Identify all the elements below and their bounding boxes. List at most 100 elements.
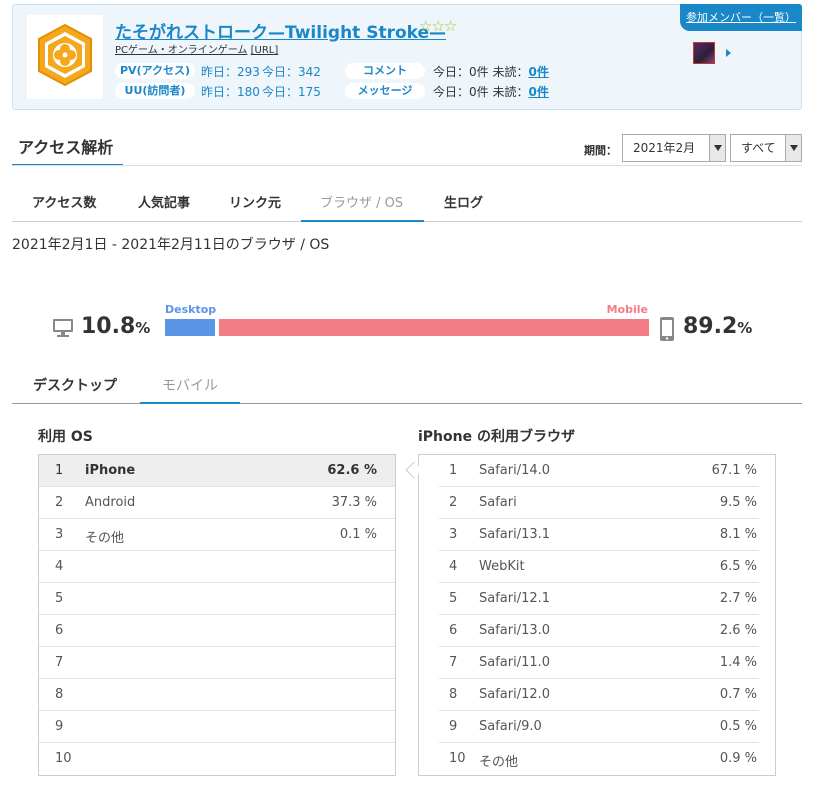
member-avatar[interactable] bbox=[693, 42, 715, 64]
tab-access-count[interactable]: アクセス数 bbox=[32, 192, 96, 211]
period-label: 期間： bbox=[584, 144, 617, 157]
table-row[interactable]: 7 bbox=[39, 647, 395, 679]
value-cell: 2.6 % bbox=[719, 623, 757, 638]
tab-raw-log[interactable]: 生ログ bbox=[444, 192, 483, 211]
browser-table-title: iPhone の利用ブラウザ bbox=[418, 429, 575, 445]
os-table: 1 iPhone 62.6 % 2 Android 37.3 % 3 その他 0.1 % 4 5 6 7… bbox=[38, 454, 396, 776]
message-label: メッセージ bbox=[345, 83, 425, 99]
table-row: 3 Safari/13.1 8.1 % bbox=[439, 519, 759, 551]
name-cell: iPhone bbox=[85, 463, 136, 478]
desktop-bar-label: Desktop bbox=[165, 303, 217, 316]
value-cell: 0.1 % bbox=[339, 527, 377, 542]
category-link[interactable]: PCゲーム・オンラインゲーム bbox=[115, 45, 247, 56]
table-row[interactable]: 8 bbox=[39, 679, 395, 711]
url-link[interactable]: [URL] bbox=[251, 45, 279, 56]
value-cell: 1.4 % bbox=[719, 655, 757, 670]
section-divider bbox=[12, 165, 802, 166]
comment-unread-link[interactable]: 0件 bbox=[528, 65, 548, 79]
rank-cell: 1 bbox=[55, 463, 64, 478]
rating-stars-icon: ☆☆☆ bbox=[419, 17, 457, 35]
value-cell: 0.5 % bbox=[719, 719, 757, 734]
table-row[interactable]: 4 bbox=[39, 551, 395, 583]
rank-cell: 7 bbox=[55, 655, 64, 670]
rank-cell: 9 bbox=[449, 719, 458, 734]
rank-cell: 10 bbox=[55, 751, 72, 766]
table-row[interactable]: 9 bbox=[39, 711, 395, 743]
message-unread-link[interactable]: 0件 bbox=[528, 85, 548, 99]
name-cell: Safari/9.0 bbox=[479, 719, 542, 734]
name-cell: その他 bbox=[85, 531, 125, 546]
message-stats: 今日：0件 未読：0件 bbox=[433, 85, 549, 99]
value-cell: 62.6 % bbox=[327, 463, 377, 478]
tab-popular-articles[interactable]: 人気記事 bbox=[138, 192, 190, 211]
name-cell: Safari/12.1 bbox=[479, 591, 551, 606]
table-row[interactable]: 6 bbox=[39, 615, 395, 647]
mobile-ratio-bar bbox=[219, 319, 649, 336]
table-row: 4 WebKit 6.5 % bbox=[439, 551, 759, 583]
os-table-title: 利用 OS bbox=[38, 429, 93, 445]
blog-title[interactable]: たそがれストローク—Twilight Stroke— bbox=[115, 18, 446, 43]
date-range-heading: 2021年2月1日 - 2021年2月11日のブラウザ / OS bbox=[12, 237, 330, 253]
comment-label: コメント bbox=[345, 63, 425, 79]
table-row: 8 Safari/12.0 0.7 % bbox=[439, 679, 759, 711]
table-row: 1 Safari/14.0 67.1 % bbox=[439, 455, 759, 487]
desktop-percentage: 10.8% bbox=[81, 314, 151, 339]
desktop-ratio-bar bbox=[165, 319, 215, 336]
caret-right-icon[interactable] bbox=[726, 49, 731, 57]
value-cell: 67.1 % bbox=[711, 463, 757, 478]
table-row[interactable]: 2 Android 37.3 % bbox=[39, 487, 395, 519]
period-select[interactable]: 2021年2月 bbox=[622, 134, 726, 162]
tab-referrer[interactable]: リンク元 bbox=[229, 192, 281, 211]
shield-emblem-icon bbox=[38, 23, 92, 87]
table-row: 2 Safari 9.5 % bbox=[439, 487, 759, 519]
rank-cell: 8 bbox=[55, 687, 64, 702]
value-cell: 37.3 % bbox=[331, 495, 377, 510]
rank-cell: 8 bbox=[449, 687, 458, 702]
name-cell: その他 bbox=[479, 755, 519, 770]
rank-cell: 10 bbox=[449, 751, 466, 766]
blog-logo[interactable] bbox=[27, 15, 103, 99]
rank-cell: 3 bbox=[55, 527, 64, 542]
rank-cell: 5 bbox=[449, 591, 458, 606]
tab-browser-os[interactable]: ブラウザ / OS bbox=[320, 192, 403, 211]
name-cell: Safari/14.0 bbox=[479, 463, 551, 478]
rank-cell: 4 bbox=[449, 559, 458, 574]
table-row: 9 Safari/9.0 0.5 % bbox=[439, 711, 759, 743]
table-row[interactable]: 10 bbox=[39, 743, 395, 775]
page-title: アクセス解析 bbox=[12, 124, 123, 166]
rank-cell: 7 bbox=[449, 655, 458, 670]
name-cell: Safari/13.0 bbox=[479, 623, 551, 638]
uu-label: UU(訪問者) bbox=[115, 83, 195, 99]
uu-today: 今日：175 bbox=[262, 85, 321, 99]
chevron-down-icon bbox=[785, 135, 801, 161]
uu-yesterday: 昨日：180 bbox=[201, 85, 260, 99]
table-row: 10 その他 0.9 % bbox=[439, 743, 759, 775]
filter-select[interactable]: すべて bbox=[730, 134, 802, 162]
browser-table: 1 Safari/14.0 67.1 % 2 Safari 9.5 % 3 Safari/13… bbox=[418, 454, 776, 776]
rank-cell: 5 bbox=[55, 591, 64, 606]
rank-cell: 9 bbox=[55, 719, 64, 734]
rank-cell: 1 bbox=[449, 463, 458, 478]
desktop-monitor-icon bbox=[53, 319, 73, 337]
name-cell: Safari/12.0 bbox=[479, 687, 551, 702]
rank-cell: 2 bbox=[55, 495, 64, 510]
tab-desktop[interactable]: デスクトップ bbox=[33, 375, 117, 395]
value-cell: 0.9 % bbox=[719, 751, 757, 766]
table-row[interactable]: 3 その他 0.1 % bbox=[39, 519, 395, 551]
table-row[interactable]: 5 bbox=[39, 583, 395, 615]
comment-stats: 今日：0件 未読：0件 bbox=[433, 65, 549, 79]
name-cell: Android bbox=[85, 495, 136, 510]
mobile-bar-label: Mobile bbox=[606, 303, 648, 316]
table-row: 5 Safari/12.1 2.7 % bbox=[439, 583, 759, 615]
member-list-button[interactable]: 参加メンバー（一覧） bbox=[680, 4, 802, 31]
mobile-percentage: 89.2% bbox=[683, 314, 753, 339]
name-cell: Safari/13.1 bbox=[479, 527, 551, 542]
rank-cell: 2 bbox=[449, 495, 458, 510]
tab-mobile[interactable]: モバイル bbox=[162, 375, 218, 395]
rank-cell: 3 bbox=[449, 527, 458, 542]
rank-cell: 6 bbox=[55, 623, 64, 638]
table-row[interactable]: 1 iPhone 62.6 % bbox=[39, 455, 395, 487]
pv-label: PV(アクセス) bbox=[115, 63, 195, 79]
table-row: 6 Safari/13.0 2.6 % bbox=[439, 615, 759, 647]
name-cell: WebKit bbox=[479, 559, 525, 574]
